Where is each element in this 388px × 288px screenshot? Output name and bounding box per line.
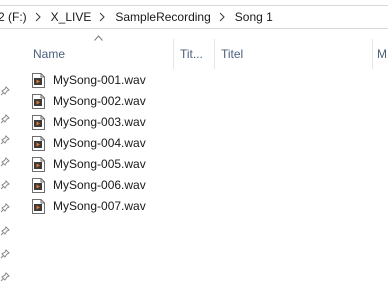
pin-icon[interactable] — [0, 86, 10, 96]
breadcrumb-x-live[interactable]: X_LIVE — [48, 6, 95, 28]
column-divider[interactable] — [372, 39, 373, 69]
pin-icon[interactable] — [0, 226, 10, 236]
pin-icon[interactable] — [0, 272, 10, 282]
list-item[interactable]: MySong-004.wav — [32, 133, 232, 154]
column-header-m[interactable]: M — [377, 43, 388, 65]
wav-file-icon — [32, 94, 45, 109]
list-item[interactable]: MySong-006.wav — [32, 175, 232, 196]
column-header-row: Name Tit... Titel M — [27, 29, 388, 73]
pin-icon[interactable] — [0, 203, 10, 213]
wav-file-icon — [32, 73, 45, 88]
list-item[interactable]: MySong-007.wav — [32, 196, 232, 217]
breadcrumb-samplerecording[interactable]: SampleRecording — [112, 6, 213, 28]
file-name: MySong-006.wav — [53, 178, 146, 192]
wav-file-icon — [32, 115, 45, 130]
breadcrumb-drive[interactable]: 2 (F:) — [0, 6, 30, 28]
wav-file-icon — [32, 199, 45, 214]
list-item[interactable]: MySong-002.wav — [32, 91, 232, 112]
wav-file-icon — [32, 136, 45, 151]
chevron-right-icon[interactable] — [34, 12, 44, 22]
list-item[interactable]: MySong-001.wav — [32, 70, 232, 91]
pin-icon[interactable] — [0, 114, 10, 124]
file-explorer-window: 2 (F:) X_LIVE SampleRecording Song 1 Nam… — [0, 0, 388, 288]
column-divider[interactable] — [214, 39, 215, 69]
wav-file-icon — [32, 157, 45, 172]
pin-icon[interactable] — [0, 135, 10, 145]
column-header-tit[interactable]: Tit... — [180, 43, 208, 65]
pin-icon[interactable] — [0, 180, 10, 190]
file-name: MySong-004.wav — [53, 136, 146, 150]
chevron-right-icon[interactable] — [218, 12, 228, 22]
column-header-titel[interactable]: Titel — [221, 43, 371, 65]
chevron-up-icon — [94, 35, 103, 41]
pin-icon[interactable] — [0, 157, 10, 167]
column-divider[interactable] — [173, 39, 174, 69]
file-name: MySong-003.wav — [53, 115, 146, 129]
breadcrumb-song-1[interactable]: Song 1 — [232, 6, 276, 28]
chevron-right-icon[interactable] — [98, 12, 108, 22]
file-name: MySong-001.wav — [53, 73, 146, 87]
column-header-name[interactable]: Name — [33, 43, 173, 65]
file-name: MySong-002.wav — [53, 94, 146, 108]
wav-file-icon — [32, 178, 45, 193]
navigation-pane-edge — [0, 29, 12, 288]
file-name: MySong-005.wav — [53, 157, 146, 171]
address-bar[interactable]: 2 (F:) X_LIVE SampleRecording Song 1 — [0, 5, 388, 29]
file-name: MySong-007.wav — [53, 199, 146, 213]
file-list: MySong-001.wav MySong-002.wav MySong-003… — [32, 70, 232, 217]
list-item[interactable]: MySong-005.wav — [32, 154, 232, 175]
list-item[interactable]: MySong-003.wav — [32, 112, 232, 133]
pin-icon[interactable] — [0, 249, 10, 259]
